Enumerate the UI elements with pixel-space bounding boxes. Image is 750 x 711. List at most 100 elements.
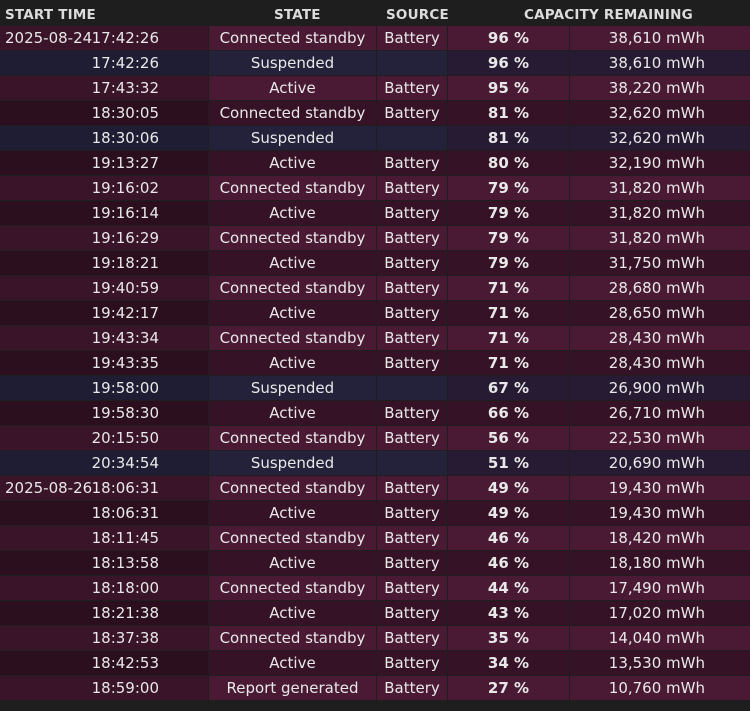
start-time-cell: 18:06:31 [0,501,208,525]
capacity-percent-cell: 71 % [448,351,569,375]
start-time-cell: 19:58:00 [0,376,208,400]
time-text: 18:13:58 [91,554,159,572]
capacity-mwh-text: 20,690 mWh [608,454,705,472]
time-text: 20:15:50 [91,429,159,447]
capacity-mwh-text: 31,820 mWh [608,229,705,247]
state-cell: Active [209,401,376,425]
source-cell: Battery [377,201,447,225]
table-row: 20:34:54 Suspended 51 % 20,690 mWh [0,451,750,475]
capacity-percent-cell: 79 % [448,251,569,275]
table-row: 18:42:53 Active Battery 34 % 13,530 mWh [0,651,750,675]
capacity-mwh-cell: 26,710 mWh [570,401,750,425]
table-row: 19:58:30 Active Battery 66 % 26,710 mWh [0,401,750,425]
capacity-percent-cell: 79 % [448,176,569,200]
table-row: 2025-08-24 17:42:26 Connected standby Batte… [0,26,750,50]
table-row: 19:43:35 Active Battery 71 % 28,430 mWh [0,351,750,375]
time-text: 18:37:38 [91,629,159,647]
table-row: 19:43:34 Connected standby Battery 71 % 28,4… [0,326,750,350]
column-header-capacity-remaining: CAPACITY REMAINING [524,7,693,23]
table-row: 20:15:50 Connected standby Battery 56 % 22,5… [0,426,750,450]
source-cell: Battery [377,551,447,575]
table-row: 18:37:38 Connected standby Battery 35 % 14,0… [0,626,750,650]
time-text: 18:21:38 [91,604,159,622]
state-cell: Connected standby [209,426,376,450]
capacity-percent-cell: 96 % [448,51,569,75]
start-time-cell: 19:16:02 [0,176,208,200]
state-cell: Connected standby [209,576,376,600]
start-time-cell: 19:43:35 [0,351,208,375]
table-row: 19:16:02 Connected standby Battery 79 % 31,8… [0,176,750,200]
source-cell: Battery [377,401,447,425]
source-cell: Battery [377,26,447,50]
capacity-mwh-text: 38,610 mWh [608,29,705,47]
state-cell: Active [209,151,376,175]
table-row: 18:30:06 Suspended 81 % 32,620 mWh [0,126,750,150]
start-time-cell: 19:18:21 [0,251,208,275]
capacity-percent-cell: 35 % [448,626,569,650]
start-time-cell: 18:30:06 [0,126,208,150]
table-row: 17:43:32 Active Battery 95 % 38,220 mWh [0,76,750,100]
time-text: 18:30:06 [91,129,159,147]
column-header-start-time: START TIME [5,7,96,23]
capacity-mwh-cell: 28,430 mWh [570,326,750,350]
capacity-percent-cell: 67 % [448,376,569,400]
table-row: 18:11:45 Connected standby Battery 46 % 18,4… [0,526,750,550]
state-cell: Connected standby [209,26,376,50]
capacity-percent-cell: 96 % [448,26,569,50]
table-row: 19:18:21 Active Battery 79 % 31,750 mWh [0,251,750,275]
capacity-mwh-text: 28,680 mWh [608,279,705,297]
source-cell: Battery [377,476,447,500]
source-cell: Battery [377,226,447,250]
state-cell: Active [209,351,376,375]
table-row: 17:42:26 Suspended 96 % 38,610 mWh [0,51,750,75]
capacity-percent-cell: 34 % [448,651,569,675]
table-row: 19:58:00 Suspended 67 % 26,900 mWh [0,376,750,400]
capacity-mwh-cell: 18,180 mWh [570,551,750,575]
state-cell: Connected standby [209,226,376,250]
time-text: 19:58:30 [91,404,159,422]
capacity-percent-cell: 66 % [448,401,569,425]
capacity-mwh-cell: 18,420 mWh [570,526,750,550]
capacity-mwh-text: 18,180 mWh [608,554,705,572]
start-time-cell: 17:43:32 [0,76,208,100]
source-cell: Battery [377,176,447,200]
capacity-mwh-cell: 31,750 mWh [570,251,750,275]
start-time-cell: 19:42:17 [0,301,208,325]
capacity-percent-cell: 49 % [448,501,569,525]
capacity-mwh-cell: 28,430 mWh [570,351,750,375]
capacity-mwh-cell: 22,530 mWh [570,426,750,450]
source-cell: Battery [377,676,447,700]
time-text: 18:06:31 [91,504,159,522]
source-cell: Battery [377,576,447,600]
table-body: 2025-08-24 17:42:26 Connected standby Batte… [0,26,750,700]
capacity-mwh-text: 38,610 mWh [608,54,705,72]
start-time-cell: 2025-08-24 17:42:26 [0,26,208,50]
table-row: 2025-08-26 18:06:31 Connected standby Batte… [0,476,750,500]
date-text: 2025-08-26 [5,479,93,497]
capacity-percent-cell: 71 % [448,276,569,300]
start-time-cell: 19:16:14 [0,201,208,225]
state-cell: Active [209,651,376,675]
start-time-cell: 17:42:26 [0,51,208,75]
state-cell: Suspended [209,376,376,400]
source-cell: Battery [377,501,447,525]
capacity-mwh-cell: 32,190 mWh [570,151,750,175]
table-row: 19:16:29 Connected standby Battery 79 % 31,8… [0,226,750,250]
table-row: 19:40:59 Connected standby Battery 71 % 28,6… [0,276,750,300]
capacity-mwh-text: 28,430 mWh [608,329,705,347]
start-time-cell: 18:18:00 [0,576,208,600]
capacity-percent-cell: 46 % [448,526,569,550]
table-row: 18:13:58 Active Battery 46 % 18,180 mWh [0,551,750,575]
table-row: 19:42:17 Active Battery 71 % 28,650 mWh [0,301,750,325]
capacity-percent-cell: 80 % [448,151,569,175]
start-time-cell: 18:42:53 [0,651,208,675]
capacity-mwh-text: 10,760 mWh [608,679,705,697]
capacity-mwh-text: 31,820 mWh [608,204,705,222]
capacity-mwh-cell: 32,620 mWh [570,126,750,150]
capacity-percent-cell: 71 % [448,301,569,325]
start-time-cell: 19:58:30 [0,401,208,425]
capacity-mwh-cell: 17,490 mWh [570,576,750,600]
capacity-mwh-text: 28,650 mWh [608,304,705,322]
state-cell: Connected standby [209,626,376,650]
capacity-mwh-cell: 28,680 mWh [570,276,750,300]
